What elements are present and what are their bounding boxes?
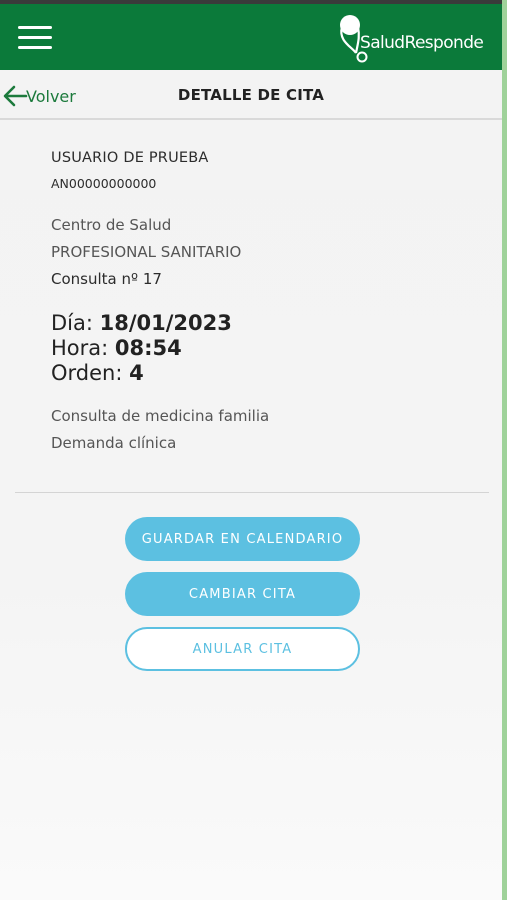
hamburger-menu-icon[interactable]: [18, 26, 52, 50]
order-value: 4: [129, 361, 144, 385]
day-label: Día:: [51, 311, 93, 335]
appointment-order: Orden: 4: [51, 361, 144, 385]
order-label: Orden:: [51, 361, 123, 385]
cancel-appointment-button[interactable]: ANULAR CITA: [125, 627, 360, 671]
save-to-calendar-button[interactable]: GUARDAR EN CALENDARIO: [125, 517, 360, 561]
consultation-type: Consulta de medicina familia: [51, 407, 270, 425]
page-title: DETALLE DE CITA: [177, 86, 325, 104]
health-center: Centro de Salud: [51, 216, 172, 234]
change-appointment-button[interactable]: CAMBIAR CITA: [125, 572, 360, 616]
subheader: Volver DETALLE DE CITA: [0, 70, 502, 120]
section-divider: [15, 492, 489, 493]
brand-logo: SaludResponde: [336, 13, 496, 65]
patient-name: USUARIO DE PRUEBA: [51, 150, 209, 166]
brand-name: SaludResponde: [360, 33, 484, 53]
right-edge-rail: [502, 0, 507, 900]
hour-label: Hora:: [51, 336, 109, 360]
day-value: 18/01/2023: [99, 311, 232, 335]
hour-value: 08:54: [114, 336, 182, 360]
consultation-room: Consulta nº 17: [51, 270, 162, 288]
professional-name: PROFESIONAL SANITARIO: [51, 243, 242, 261]
appointment-hour: Hora: 08:54: [51, 336, 182, 360]
appointment-day: Día: 18/01/2023: [51, 311, 232, 335]
app-bar: SaludResponde: [0, 4, 502, 70]
main-content: Volver DETALLE DE CITA USUARIO DE PRUEBA…: [0, 70, 502, 900]
patient-id: AN00000000000: [51, 176, 157, 191]
demand-type: Demanda clínica: [51, 434, 177, 452]
